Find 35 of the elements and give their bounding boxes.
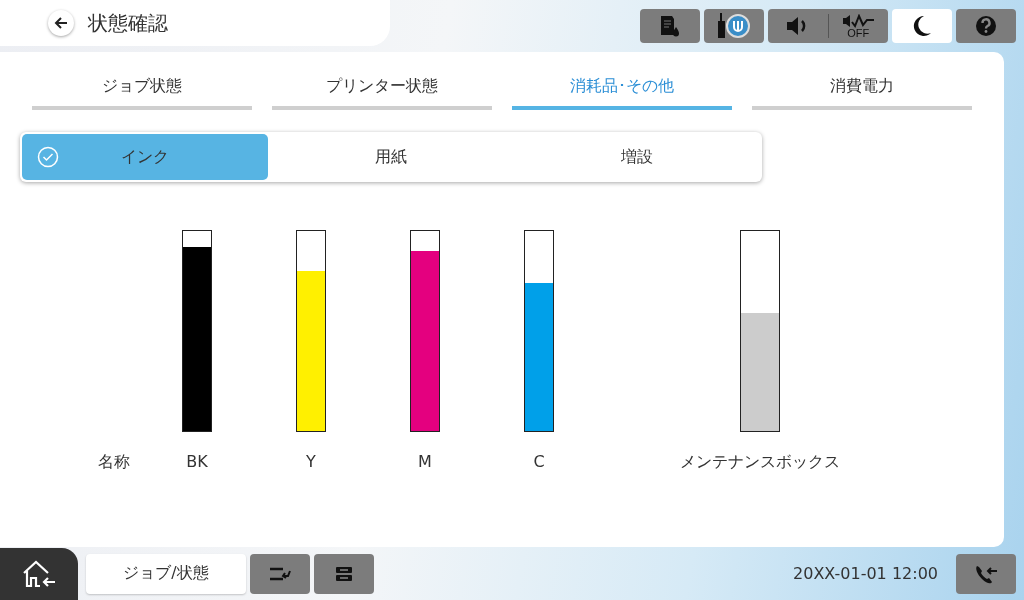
help-icon	[975, 15, 997, 37]
ink-name: BK	[186, 452, 208, 472]
tab[interactable]: プリンター状態	[272, 66, 492, 110]
tab[interactable]: 消費電力	[752, 66, 972, 110]
segment-button[interactable]: インク	[22, 134, 268, 180]
back-arrow-icon	[53, 15, 69, 31]
home-button[interactable]	[0, 548, 78, 600]
tab[interactable]: ジョブ状態	[32, 66, 252, 110]
screen-title: 状態確認	[88, 9, 168, 37]
wireless-device-icon	[716, 13, 752, 39]
check-icon	[37, 146, 59, 168]
ink-name: M	[418, 452, 432, 472]
tab[interactable]: 消耗品･その他	[512, 66, 732, 110]
document-ink-drop-icon	[660, 14, 680, 38]
home-icon	[21, 559, 57, 589]
moon-icon	[912, 15, 932, 37]
night-mode-button[interactable]	[892, 9, 952, 43]
name-heading: 名称	[98, 452, 130, 472]
incoming-call-button[interactable]	[956, 553, 1016, 594]
job-list-button[interactable]	[250, 553, 310, 594]
help-button[interactable]	[956, 9, 1016, 43]
speaker-wave-icon	[842, 13, 875, 28]
wireless-status-button[interactable]	[704, 9, 764, 43]
ink-name: C	[533, 452, 545, 472]
quiet-mode-button[interactable]: OFF	[828, 9, 888, 43]
job-status-button[interactable]: ジョブ/状態	[86, 553, 246, 594]
lines-arrow-icon	[269, 565, 291, 582]
paper-tray-button[interactable]	[314, 553, 374, 594]
maintenance-box-name: メンテナンスボックス	[680, 452, 840, 472]
phone-arrow-icon	[974, 563, 998, 584]
paper-tray-icon	[335, 565, 353, 582]
back-button[interactable]	[48, 10, 74, 36]
date-time: 20XX-01-01 12:00	[793, 564, 938, 583]
ink-name: Y	[306, 452, 316, 472]
ink-status-button[interactable]	[640, 9, 700, 43]
